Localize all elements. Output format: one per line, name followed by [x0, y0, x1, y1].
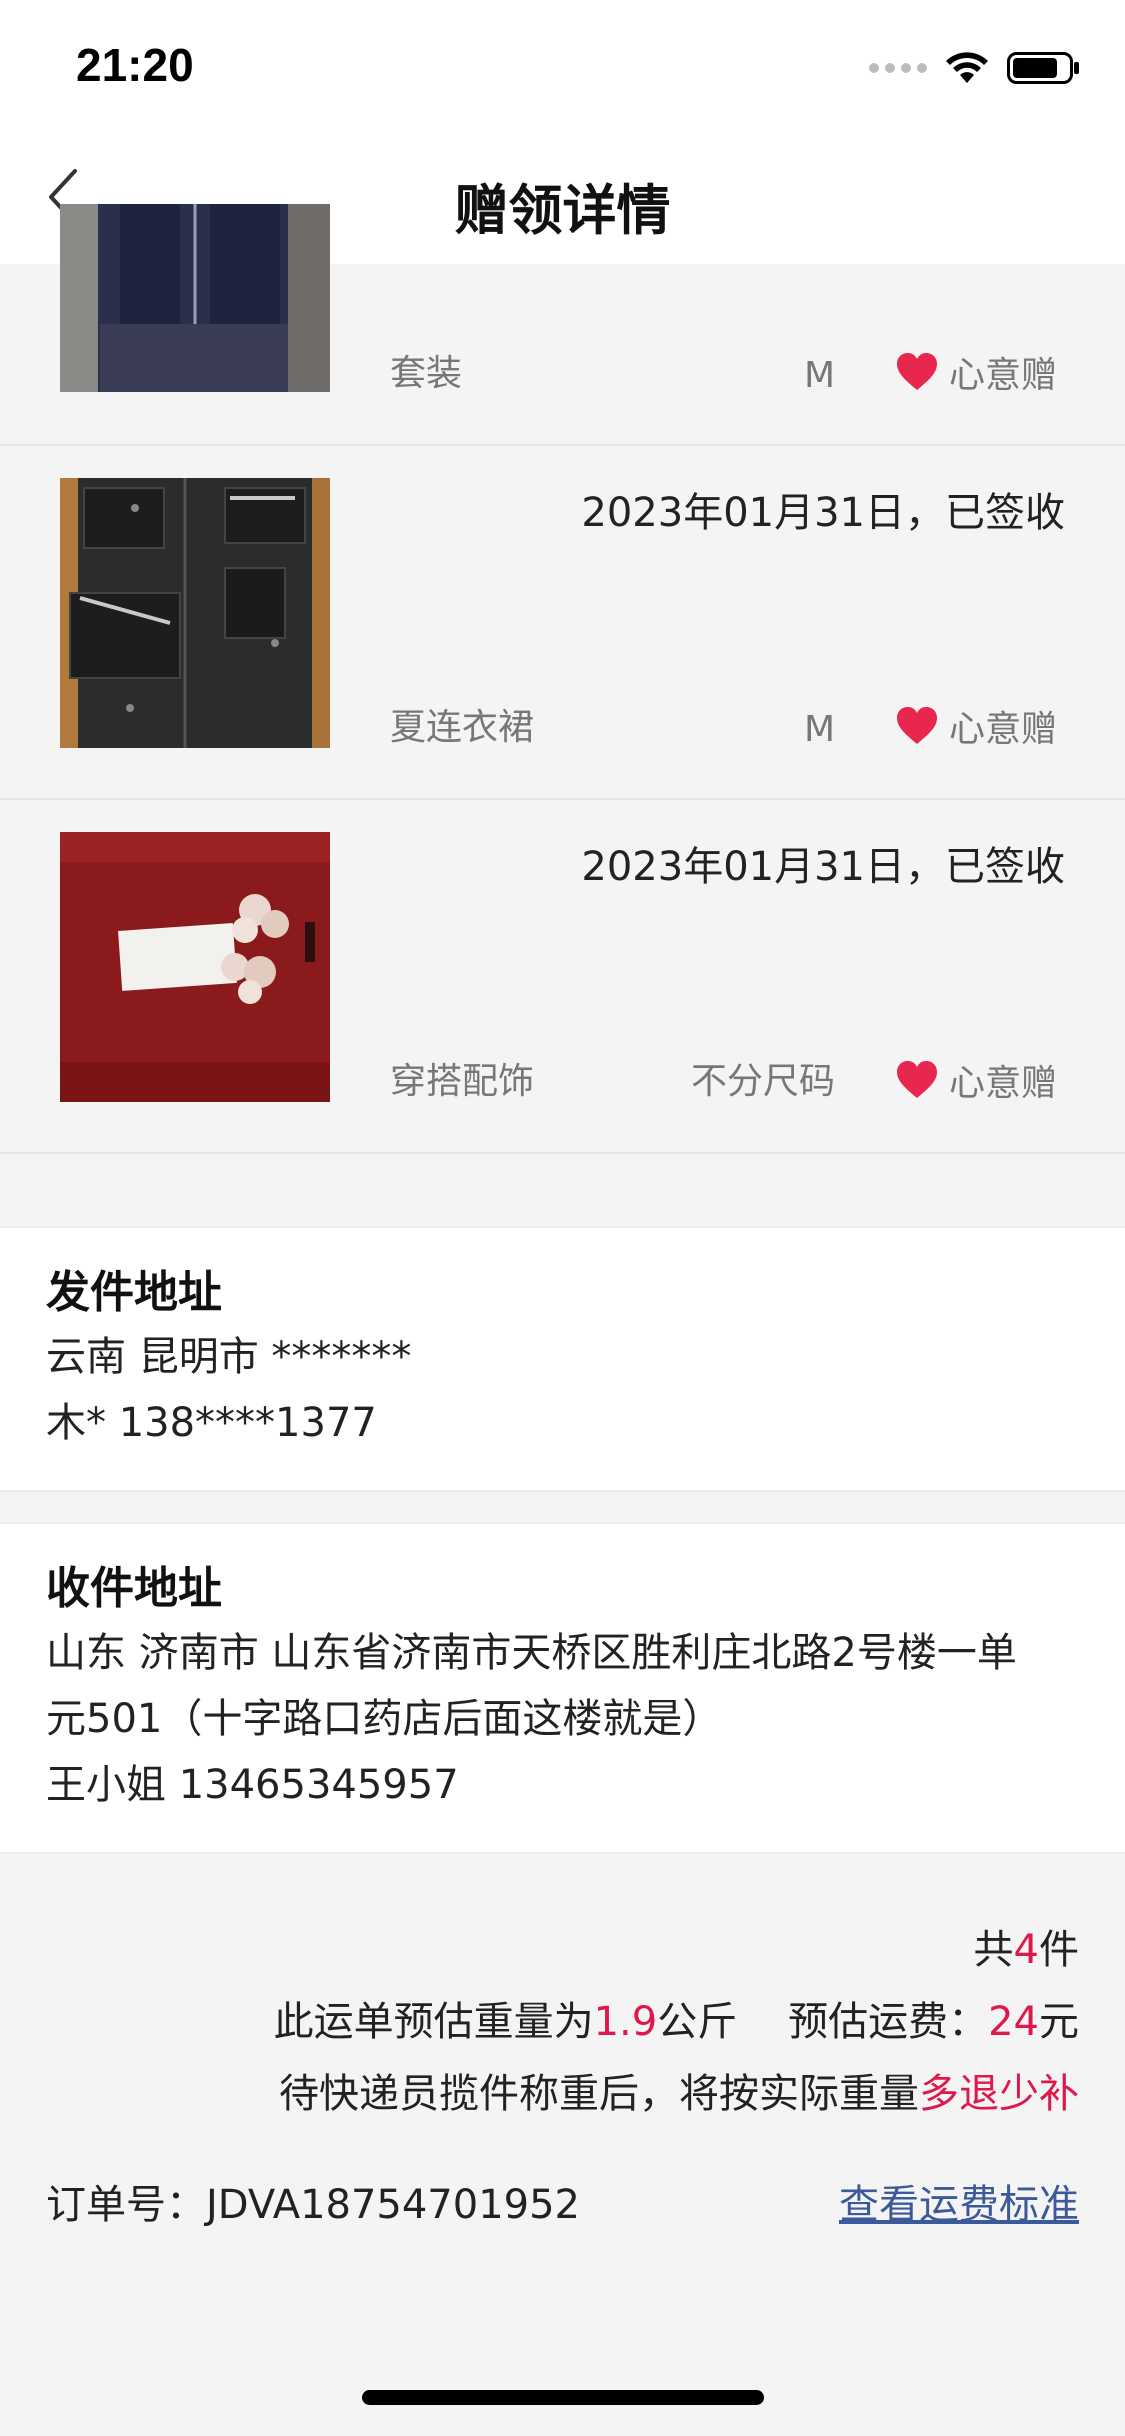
list-item[interactable]: 2023年01月31日，已签收 夏连衣裙 M 心意赠 [0, 446, 1125, 800]
item-count: 共4件 [46, 1914, 1079, 1986]
item-date: 2023年01月31日，已签收 [581, 844, 1065, 890]
heart-icon [896, 353, 937, 390]
fee-label: 预估运费： [788, 1999, 989, 2045]
order-row: 订单号：JDVA18754701952 查看运费标准 [46, 2172, 1079, 2230]
signal-icon [869, 63, 927, 73]
item-count-prefix: 共 [973, 1927, 1014, 1973]
item-tag: 心意赠 [895, 346, 1057, 398]
weight-unit: 公斤 [657, 1999, 738, 2045]
sender-title: 发件地址 [46, 1267, 222, 1318]
heart-icon [896, 1061, 937, 1098]
list-item[interactable]: 套装 M 心意赠 [0, 204, 1125, 446]
wifi-icon [946, 52, 988, 83]
item-date: 2023年01月31日，已签收 [581, 490, 1065, 536]
receiver-address-card: 收件地址 山东 济南市 山东省济南市天桥区胜利庄北路2号楼一单 元501（十字路… [0, 1522, 1125, 1854]
fee-standard-link[interactable]: 查看运费标准 [839, 2172, 1079, 2230]
battery-icon [1007, 52, 1079, 84]
item-count-suffix: 件 [1039, 1927, 1079, 1973]
order-label: 订单号： [46, 2182, 206, 2228]
sender-contact: 木* 138****1377 [46, 1400, 377, 1446]
note-text: 待快递员揽件称重后，将按实际重量 [279, 2071, 919, 2117]
note-highlight: 多退少补 [919, 2071, 1079, 2117]
spacer [0, 1154, 1125, 1226]
sender-address-card: 发件地址 云南 昆明市 ******* 木* 138****1377 [0, 1226, 1125, 1492]
item-photo-black-dress[interactable] [60, 478, 330, 748]
weight-fee-line: 此运单预估重量为1.9公斤 预估运费：24元 [46, 1986, 1079, 2058]
status-icons [869, 46, 1081, 90]
item-tag-label: 心意赠 [948, 709, 1057, 750]
fee-unit: 元 [1039, 1999, 1079, 2045]
order-number: 订单号：JDVA18754701952 [46, 2172, 580, 2230]
item-count-value: 4 [1013, 1927, 1039, 1973]
status-bar: 21:20 [0, 0, 1125, 132]
item-size: 不分尺码 [690, 1061, 835, 1102]
receiver-contact: 王小姐 13465345957 [46, 1762, 459, 1808]
list-item[interactable]: 2023年01月31日，已签收 穿搭配饰 不分尺码 心意赠 [0, 800, 1125, 1154]
item-tag: 心意赠 [895, 1054, 1057, 1106]
fee-value: 24 [988, 1999, 1039, 2045]
order-value: JDVA18754701952 [206, 2182, 581, 2228]
item-category: 穿搭配饰 [390, 1061, 535, 1102]
receiver-address-line: 山东 济南市 山东省济南市天桥区胜利庄北路2号楼一单 [46, 1630, 1017, 1676]
divider [0, 1492, 1125, 1522]
heart-icon [896, 707, 937, 744]
item-tag-label: 心意赠 [948, 1063, 1057, 1104]
item-tag-label: 心意赠 [948, 355, 1057, 396]
item-photo-navy-jacket[interactable] [60, 204, 330, 392]
weight-label: 此运单预估重量为 [273, 1999, 594, 2045]
item-photo-red-accessory[interactable] [60, 832, 330, 1102]
home-indicator[interactable] [362, 2390, 764, 2405]
item-size: M [803, 355, 835, 396]
content: 套装 M 心意赠 2023年01月31日，已签收 夏连衣裙 M 心意赠 2023… [0, 204, 1125, 2230]
item-category: 套装 [390, 353, 463, 394]
sender-region: 云南 昆明市 ******* [46, 1334, 412, 1380]
item-size: M [803, 709, 835, 750]
receiver-address-line: 元501（十字路口药店后面这楼就是） [46, 1696, 723, 1742]
item-category: 夏连衣裙 [390, 707, 535, 748]
item-tag: 心意赠 [895, 700, 1057, 752]
shipping-summary: 共4件 此运单预估重量为1.9公斤 预估运费：24元 待快递员揽件称重后，将按实… [0, 1854, 1125, 2230]
weight-value: 1.9 [593, 1999, 658, 2045]
weight-note: 待快递员揽件称重后，将按实际重量多退少补 [46, 2058, 1079, 2130]
status-time: 21:20 [76, 39, 194, 91]
receiver-title: 收件地址 [46, 1563, 222, 1614]
